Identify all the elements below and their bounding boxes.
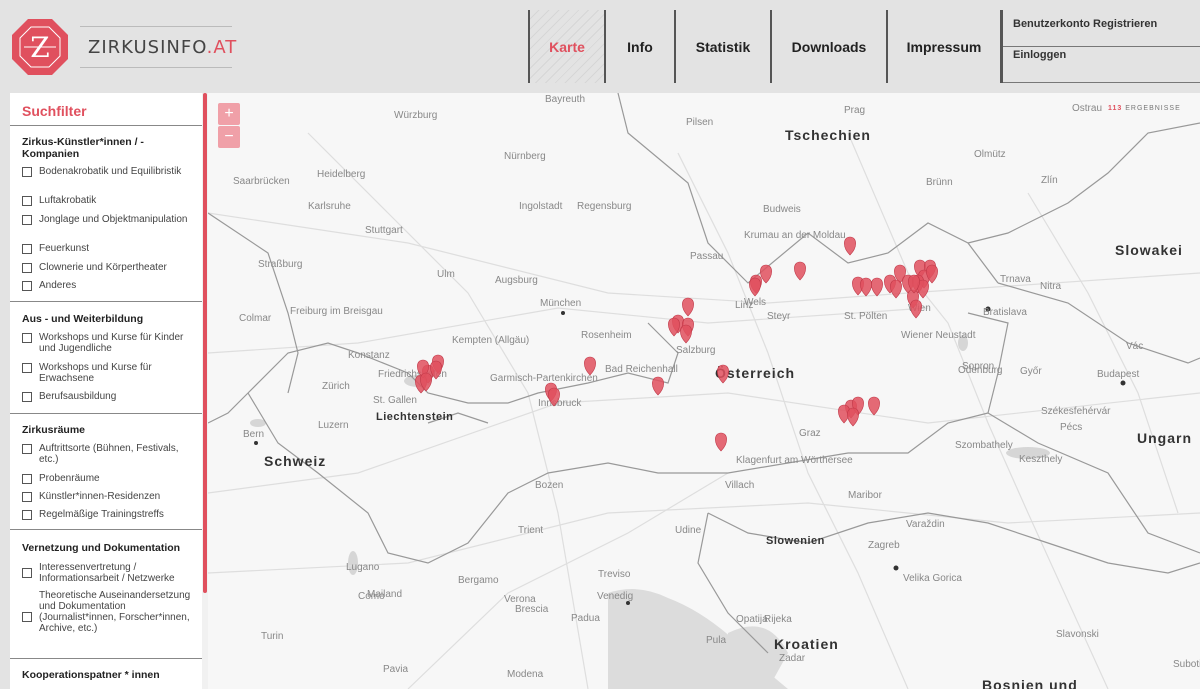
logo-wordmark[interactable]: ZIRKUSINFO.AT (80, 26, 236, 68)
nav-statistik[interactable]: Statistik (674, 10, 770, 83)
marker-layer (415, 236, 938, 452)
checkbox[interactable] (22, 392, 32, 402)
map-marker-icon[interactable] (760, 264, 772, 284)
search-filter-panel: Suchfilter Zirkus-Künstler*innen / - Kom… (10, 93, 208, 689)
nav-downloads[interactable]: Downloads (770, 10, 886, 83)
map-marker-icon[interactable] (682, 297, 694, 317)
map-marker-icon[interactable] (749, 277, 761, 297)
section-title-artists: Zirkus-Künstler*innen / - Kompanien (22, 136, 144, 160)
filter-option[interactable]: Clownerie und Körpertheater (22, 262, 200, 273)
section-title-spaces: Zirkusräume (22, 424, 86, 436)
map-marker-icon[interactable] (868, 396, 880, 416)
divider (10, 125, 202, 126)
filter-option[interactable]: Interessenvertretung / Informationsarbei… (22, 562, 200, 584)
filter-option[interactable]: Anderes (22, 280, 200, 291)
nav-impressum[interactable]: Impressum (886, 10, 1002, 83)
checkbox[interactable] (22, 167, 32, 177)
checkbox[interactable] (22, 215, 32, 225)
filter-option[interactable]: Jonglage und Objektmanipulation (22, 214, 200, 225)
map-marker-icon[interactable] (652, 376, 664, 396)
zirkusinfo-logo-icon[interactable]: Z (10, 17, 70, 77)
map-marker-icon[interactable] (548, 387, 560, 407)
map-marker-icon[interactable] (680, 324, 692, 344)
filter-option[interactable]: Bodenakrobatik und Equilibristik (22, 166, 200, 177)
filter-option[interactable]: Workshops und Kurse für Kinder und Jugen… (22, 332, 200, 354)
checkbox[interactable] (22, 568, 32, 578)
header: Z ZIRKUSINFO.AT Karte Info Statistik Dow… (0, 0, 1200, 93)
account-menu: Benutzerkonto Registrieren Einloggen (1002, 10, 1200, 83)
checkbox[interactable] (22, 444, 32, 454)
section-title-networking: Vernetzung und Dokumentation (22, 542, 181, 554)
divider (10, 301, 202, 302)
filter-title: Suchfilter (22, 103, 87, 119)
map-marker-icon[interactable] (584, 356, 596, 376)
map-view[interactable]: + − 113 ERGEBNISSE Tschechien Slowakei Ö… (208, 93, 1200, 689)
checkbox[interactable] (22, 363, 32, 373)
filter-option[interactable]: Workshops und Kurse für Erwachsene (22, 362, 200, 384)
map-marker-icon[interactable] (890, 279, 902, 299)
map-marker-icon[interactable] (717, 364, 729, 384)
map-marker-icon[interactable] (847, 407, 859, 427)
map-marker-icon[interactable] (871, 277, 883, 297)
map-marker-icon[interactable] (860, 277, 872, 297)
map-marker-icon[interactable] (844, 236, 856, 256)
nav-karte[interactable]: Karte (528, 10, 604, 83)
filter-option[interactable]: Künstler*innen-Residenzen (22, 491, 200, 502)
main-nav: Karte Info Statistik Downloads Impressum (528, 10, 1002, 83)
account-divider-bottom (1003, 82, 1200, 83)
section-title-education: Aus - und Weiterbildung (22, 313, 144, 325)
divider (10, 413, 202, 414)
filter-option[interactable]: Berufsausbildung (22, 391, 200, 402)
checkbox[interactable] (22, 612, 32, 622)
nav-info[interactable]: Info (604, 10, 674, 83)
divider (10, 529, 202, 530)
checkbox[interactable] (22, 510, 32, 520)
filter-option[interactable]: Feuerkunst (22, 243, 200, 254)
filter-option[interactable]: Probenräume (22, 473, 200, 484)
filter-option[interactable]: Theoretische Auseinandersetzung und Doku… (22, 590, 200, 634)
map-marker-icon[interactable] (794, 261, 806, 281)
map-marker-icon[interactable] (715, 432, 727, 452)
checkbox[interactable] (22, 474, 32, 484)
filter-option[interactable]: Regelmäßige Trainingstreffs (22, 509, 200, 520)
checkbox[interactable] (22, 244, 32, 254)
filter-option[interactable]: Auftrittsorte (Bühnen, Festivals, etc.) (22, 443, 200, 465)
checkbox[interactable] (22, 196, 32, 206)
filter-option[interactable]: Luftakrobatik (22, 195, 200, 206)
checkbox[interactable] (22, 281, 32, 291)
checkbox[interactable] (22, 263, 32, 273)
section-title-partners: Kooperationspatner * innen (22, 669, 160, 681)
divider (10, 658, 202, 659)
login-link[interactable]: Einloggen (1013, 49, 1066, 61)
register-link[interactable]: Benutzerkonto Registrieren (1013, 18, 1157, 30)
checkbox[interactable] (22, 333, 32, 343)
sidebar-scrollbar-thumb[interactable] (203, 93, 207, 593)
account-divider (1003, 46, 1200, 47)
checkbox[interactable] (22, 492, 32, 502)
map-marker-icon[interactable] (910, 299, 922, 319)
